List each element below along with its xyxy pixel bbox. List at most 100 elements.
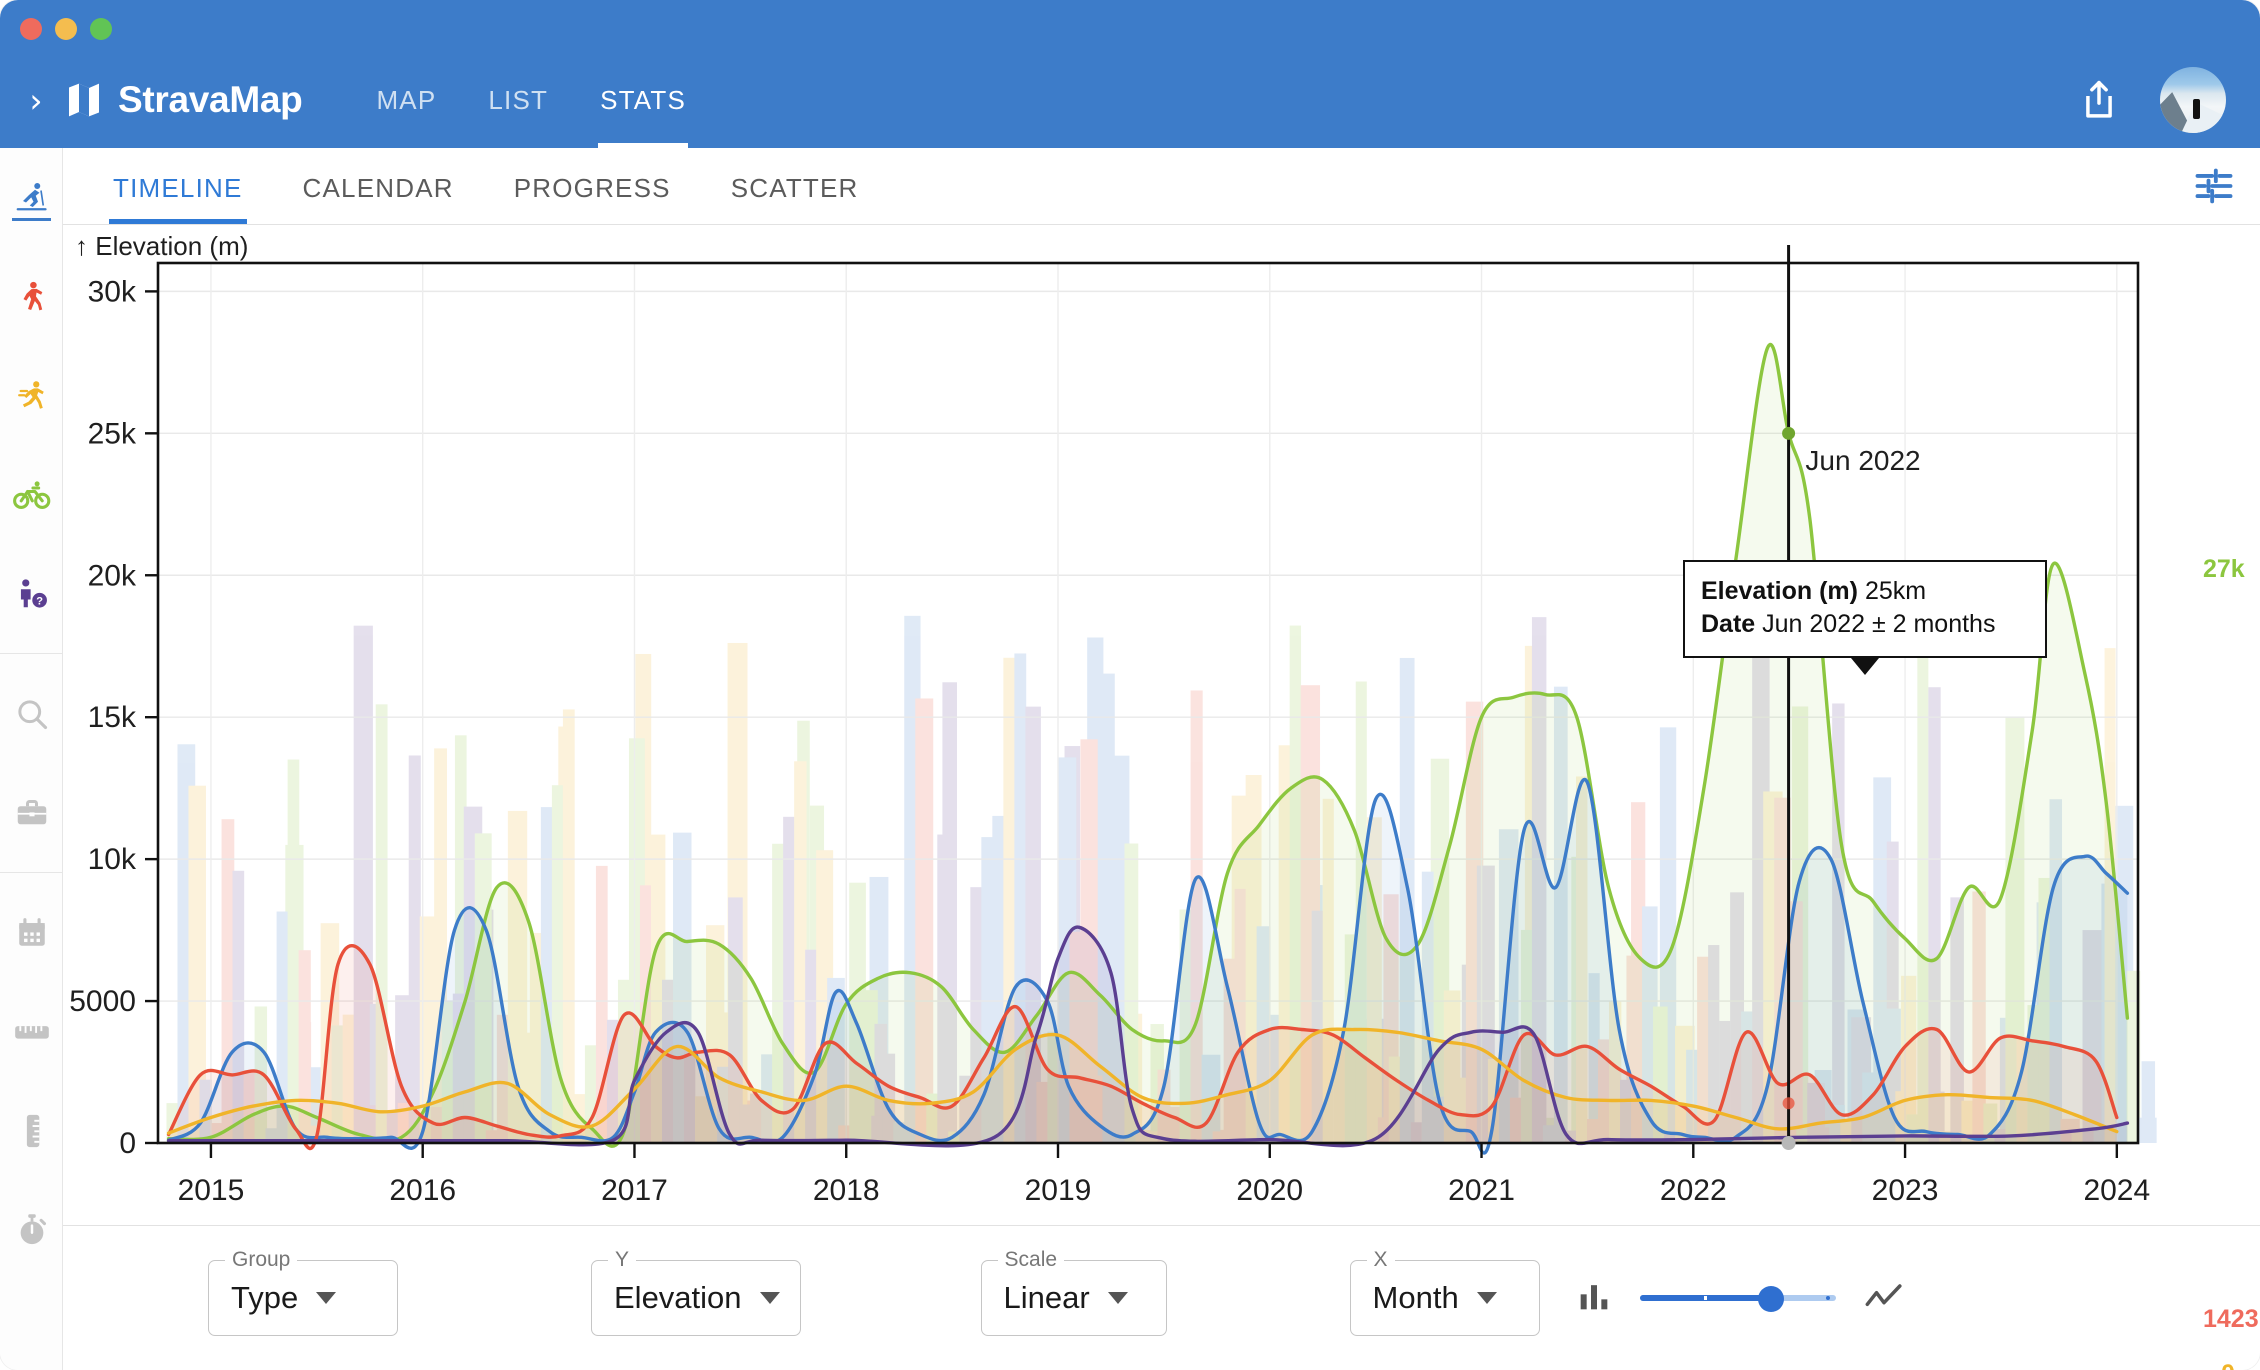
sidebar-item-other[interactable]: ? xyxy=(0,544,63,643)
svg-text:2018: 2018 xyxy=(813,1174,880,1207)
svg-text:2020: 2020 xyxy=(1236,1174,1303,1207)
hover-date-label: Jun 2022 xyxy=(1805,445,1921,476)
activity-sidebar: ? xyxy=(0,148,63,1370)
top-nav-map[interactable]: MAP xyxy=(350,52,462,148)
y-select-value: Elevation xyxy=(614,1280,742,1315)
avatar[interactable] xyxy=(2160,67,2226,133)
sidebar-item-search[interactable] xyxy=(0,664,63,763)
svg-text:2015: 2015 xyxy=(178,1174,245,1207)
chevron-right-icon[interactable]: › xyxy=(14,84,58,117)
bicycle-icon xyxy=(12,480,50,509)
x-select[interactable]: X Month xyxy=(1349,1248,1540,1336)
chevron-down-icon[interactable] xyxy=(1107,1292,1128,1304)
calendar-icon xyxy=(18,917,45,946)
header-actions xyxy=(2080,52,2226,148)
close-button[interactable] xyxy=(20,18,42,40)
svg-text:2024: 2024 xyxy=(2083,1174,2150,1207)
svg-text:0: 0 xyxy=(119,1127,136,1160)
sidebar-item-elevation[interactable] xyxy=(0,1081,63,1180)
sidebar-item-distance[interactable] xyxy=(0,982,63,1081)
tooltip-label-date: Date xyxy=(1701,610,1756,638)
svg-text:2023: 2023 xyxy=(1872,1174,1939,1207)
tooltip-value-date: Jun 2022 ± 2 months xyxy=(1762,610,1996,638)
svg-text:25k: 25k xyxy=(88,417,137,450)
x-select-value: Month xyxy=(1372,1280,1459,1315)
share-icon[interactable] xyxy=(2080,79,2118,121)
smoothing-control xyxy=(1574,1276,1906,1321)
avatar-person xyxy=(2193,99,2200,119)
chevron-down-icon[interactable] xyxy=(1476,1292,1497,1304)
svg-text:20k: 20k xyxy=(88,559,137,592)
person-question-icon: ? xyxy=(20,578,47,608)
ruler-horizontal-icon xyxy=(14,1025,49,1039)
slider-tick-mid xyxy=(1703,1296,1707,1300)
sidebar-item-run[interactable] xyxy=(0,346,63,445)
chart-canvas[interactable]: 0 5000 10k 15k 20k 25k 30k 2015 2016 2017 2018 2019… xyxy=(63,225,2260,1225)
scale-select-value: Linear xyxy=(1003,1280,1090,1315)
slider-knob[interactable] xyxy=(1757,1286,1784,1312)
y-select[interactable]: Y Elevation xyxy=(591,1248,801,1336)
walker-icon xyxy=(23,281,42,310)
app-title: StravaMap xyxy=(118,79,303,120)
scale-select-legend: Scale xyxy=(997,1248,1065,1272)
app-root: › StravaMap MAP LIST STATS ? TIMELINE CA… xyxy=(0,0,2260,1370)
slider-tick-right xyxy=(1825,1296,1830,1300)
minimize-button[interactable] xyxy=(55,18,77,40)
tooltip-value-elevation: 25km xyxy=(1864,577,1927,605)
y-select-legend: Y xyxy=(608,1248,637,1272)
smoothing-slider[interactable] xyxy=(1639,1284,1836,1312)
tooltip-row-date: Date Jun 2022 ± 2 months xyxy=(1701,608,2029,641)
tab-timeline[interactable]: TIMELINE xyxy=(83,173,273,224)
title-bar: › StravaMap MAP LIST STATS xyxy=(0,0,2260,148)
map-icon xyxy=(64,79,104,121)
briefcase-icon xyxy=(17,799,46,824)
x-select-legend: X xyxy=(1366,1248,1395,1272)
group-select[interactable]: Group Type xyxy=(208,1248,398,1336)
sidebar-item-bike[interactable] xyxy=(0,445,63,544)
search-icon xyxy=(17,699,47,729)
timeline-chart[interactable]: ↑ Elevation (m) 0 5000 10k 15k 20k 25k 30k 2015… xyxy=(63,225,2260,1370)
window-traffic-lights xyxy=(20,18,112,40)
sidebar-item-calendar[interactable] xyxy=(0,883,63,982)
chevron-down-icon[interactable] xyxy=(316,1292,337,1304)
sidebar-item-ski[interactable] xyxy=(0,148,63,247)
scale-select[interactable]: Scale Linear xyxy=(980,1248,1167,1336)
svg-text:10k: 10k xyxy=(88,843,137,876)
sidebar-item-duration[interactable] xyxy=(0,1180,63,1279)
skier-icon xyxy=(16,182,47,210)
chart-tooltip: Elevation (m) 25km Date Jun 2022 ± 2 mon… xyxy=(1683,560,2047,658)
svg-text:2019: 2019 xyxy=(1025,1174,1092,1207)
group-select-value: Type xyxy=(231,1280,299,1315)
line-chart-icon[interactable] xyxy=(1862,1276,1906,1321)
svg-text:30k: 30k xyxy=(88,275,137,308)
top-nav-list[interactable]: LIST xyxy=(462,52,574,148)
app-window: › StravaMap MAP LIST STATS ? TIMELINE CA… xyxy=(0,0,2260,1370)
svg-text:2022: 2022 xyxy=(1660,1174,1727,1207)
sidebar-divider-2 xyxy=(0,872,63,873)
runner-icon xyxy=(17,380,44,409)
bar-chart-icon[interactable] xyxy=(1574,1276,1614,1321)
chevron-down-icon[interactable] xyxy=(759,1292,780,1304)
zoom-button[interactable] xyxy=(90,18,112,40)
tab-scatter[interactable]: SCATTER xyxy=(701,173,889,224)
svg-text:?: ? xyxy=(36,595,43,607)
sidebar-item-walk[interactable] xyxy=(0,247,63,346)
edge-label-bike: 27k xyxy=(2203,555,2245,583)
tune-sliders-icon[interactable] xyxy=(2192,164,2236,208)
stopwatch-icon xyxy=(20,1213,46,1244)
sidebar-item-gear[interactable] xyxy=(0,763,63,862)
ruler-vertical-icon xyxy=(26,1114,39,1147)
avatar-snow xyxy=(2181,102,2226,133)
top-nav-stats[interactable]: STATS xyxy=(574,52,712,148)
top-nav: MAP LIST STATS xyxy=(350,52,712,148)
edge-label-walk: 1423 xyxy=(2203,1305,2259,1333)
svg-text:15k: 15k xyxy=(88,701,137,734)
sidebar-divider-1 xyxy=(0,653,63,654)
sub-tab-bar: TIMELINE CALENDAR PROGRESS SCATTER xyxy=(63,148,2260,225)
tab-progress[interactable]: PROGRESS xyxy=(484,173,701,224)
svg-text:2016: 2016 xyxy=(389,1174,456,1207)
svg-text:2017: 2017 xyxy=(601,1174,668,1207)
chart-controls: Group Type Y Elevation Scale Linear X Mo… xyxy=(63,1225,2260,1370)
svg-text:5000: 5000 xyxy=(69,985,136,1018)
tab-calendar[interactable]: CALENDAR xyxy=(273,173,484,224)
